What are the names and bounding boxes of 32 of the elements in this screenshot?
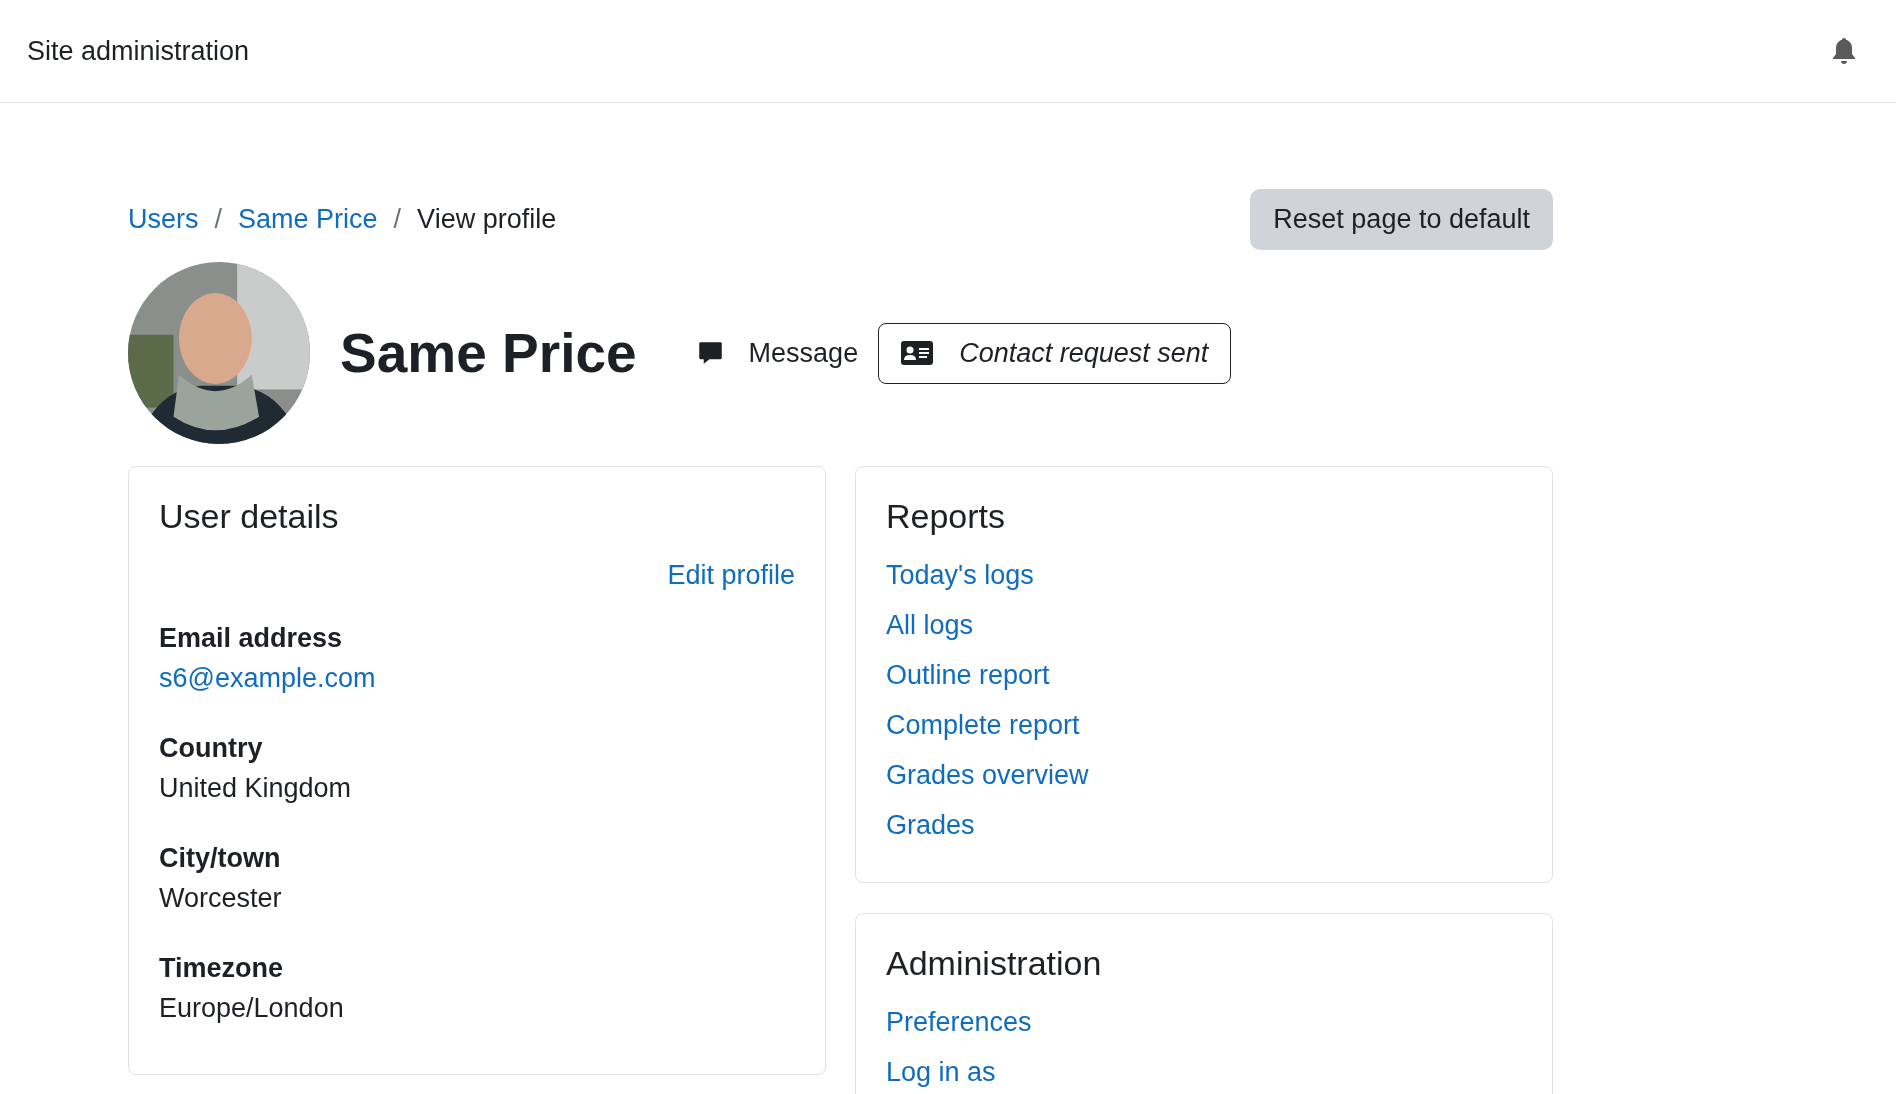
card-link[interactable]: Preferences	[886, 997, 1032, 1047]
reset-page-button[interactable]: Reset page to default	[1250, 189, 1553, 250]
card-title: Reports	[886, 497, 1007, 536]
breadcrumb-text: View profile	[417, 204, 557, 235]
breadcrumb-separator: /	[393, 204, 402, 235]
card-link[interactable]: Log in as	[886, 1047, 996, 1094]
card-title: Administration	[886, 944, 1103, 983]
contact-request-button[interactable]: Contact request sent	[878, 322, 1232, 384]
field-link[interactable]: s6@example.com	[159, 658, 376, 698]
profile-name: Same Price	[340, 321, 637, 385]
card-link[interactable]: Grades overview	[886, 750, 1089, 800]
breadcrumb-link[interactable]: Users	[128, 204, 199, 235]
card-link[interactable]: Today's logs	[886, 550, 1034, 600]
card-link[interactable]: Complete report	[886, 700, 1080, 750]
bell-icon[interactable]	[1832, 37, 1856, 65]
message-link[interactable]: Message	[696, 337, 859, 369]
card-link[interactable]: Grades	[886, 800, 975, 850]
card-link[interactable]: Outline report	[886, 650, 1050, 700]
breadcrumb-link[interactable]: Same Price	[238, 204, 378, 235]
id-card-icon	[901, 341, 934, 365]
breadcrumb-separator: /	[214, 204, 223, 235]
field-label: City/town	[159, 842, 282, 875]
field-value: Worcester	[159, 882, 283, 915]
field-value: Europe/London	[159, 992, 345, 1025]
site-title: Site administration	[27, 35, 250, 67]
field-value: United Kingdom	[159, 772, 353, 805]
field-label: Timezone	[159, 952, 285, 985]
card-title: User details	[159, 497, 340, 536]
field-label: Email address	[159, 622, 344, 655]
field-label: Country	[159, 732, 264, 765]
card-link[interactable]: All logs	[886, 600, 974, 650]
edit-profile-link[interactable]: Edit profile	[667, 550, 795, 600]
